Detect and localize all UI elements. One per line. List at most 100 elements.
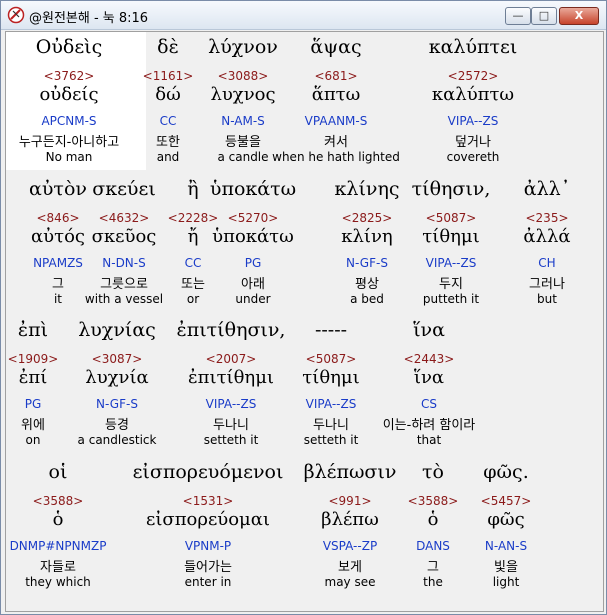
greek-word: ἵνα [413, 319, 445, 341]
korean-gloss: 빛을 [494, 560, 518, 575]
greek-word: τίθησιν, [411, 178, 491, 200]
english-gloss: a candlestick [77, 433, 157, 447]
korean-gloss: 등경 [105, 418, 129, 433]
korean-gloss: 덮거나 [455, 135, 491, 150]
strong-number[interactable]: <681> [314, 69, 357, 83]
parsing-code: CC [184, 256, 202, 270]
greek-word: κλίνης [334, 178, 400, 200]
strong-number[interactable]: <991> [328, 494, 371, 508]
english-gloss: but [537, 292, 557, 306]
english-gloss: a bed [350, 292, 384, 306]
strong-number[interactable]: <846> [36, 211, 79, 225]
strong-number[interactable]: <235> [525, 211, 568, 225]
strong-number[interactable]: <3762> [44, 69, 95, 83]
minimize-button[interactable]: — [505, 7, 531, 25]
app-logo-icon [7, 6, 25, 24]
lemma-word: λυχνία [85, 367, 149, 388]
lemma-word: ἐπί [18, 367, 48, 388]
lemma-word: ἵνα [413, 367, 445, 388]
lemma-word: τίθημι [302, 367, 360, 388]
app-window: @원전본해 - 눅 8:16 — □ X Οὐδεὶς <3762> οὐδείς A… [0, 0, 607, 615]
parsing-code: CH [538, 256, 556, 270]
korean-gloss: 평상 [355, 277, 379, 292]
strong-number[interactable]: <5457> [481, 494, 532, 508]
english-gloss: when he hath lighted [272, 150, 400, 164]
strong-number[interactable]: <2825> [342, 211, 393, 225]
parsing-code: NPAMZS [33, 256, 83, 270]
strong-number[interactable]: <1531> [183, 494, 234, 508]
strong-number[interactable]: <2228> [168, 211, 219, 225]
korean-gloss: 아래 [241, 277, 265, 292]
lemma-word: φῶς [487, 509, 525, 530]
lemma-word: εἰσπορεύομαι [146, 509, 270, 530]
strong-number[interactable]: <1161> [143, 69, 194, 83]
greek-word: αὐτὸν [29, 178, 87, 200]
strong-number[interactable]: <2572> [448, 69, 499, 83]
lemma-word: κλίνη [341, 226, 393, 247]
greek-word: ----- [314, 319, 348, 341]
strong-number[interactable]: <4632> [99, 211, 150, 225]
korean-gloss: 위에 [21, 418, 45, 433]
parsing-code: VPAANM-S [304, 114, 368, 128]
interlinear-panel[interactable]: Οὐδεὶς <3762> οὐδείς APCNM-S 누구든지-아니하고 No man… [5, 31, 604, 612]
parsing-code: N-GF-S [96, 397, 138, 411]
korean-gloss: 등불을 [225, 135, 261, 150]
title-bar[interactable]: @원전본해 - 눅 8:16 — □ X [1, 1, 606, 30]
parsing-code: VIPA--ZS [425, 256, 477, 270]
maximize-button[interactable]: □ [531, 7, 557, 25]
lemma-word: αὐτός [31, 226, 85, 247]
strong-number[interactable]: <3588> [408, 494, 459, 508]
korean-gloss: 그 [427, 560, 439, 575]
greek-word: σκεύει [92, 178, 156, 200]
lemma-word: δώ [155, 84, 181, 105]
greek-word: εἰσπορευόμενοι [132, 461, 284, 483]
strong-number[interactable]: <5087> [306, 352, 357, 366]
lemma-word: τίθημι [422, 226, 480, 247]
parsing-code: N-AN-S [484, 539, 528, 553]
greek-word: καλύπτει [428, 36, 518, 58]
parsing-code: N-AM-S [221, 114, 265, 128]
lemma-word: καλύπτω [431, 84, 515, 105]
lemma-word: ὁ [427, 509, 439, 530]
korean-gloss: 두지 [439, 277, 463, 292]
korean-gloss: 그러나 [529, 277, 565, 292]
strong-number[interactable]: <2007> [206, 352, 257, 366]
greek-word: τὸ [422, 461, 444, 483]
parsing-code: CS [421, 397, 437, 411]
strong-number[interactable]: <3588> [33, 494, 84, 508]
korean-gloss: 또는 [181, 277, 205, 292]
english-gloss: setteth it [303, 433, 359, 447]
strong-number[interactable]: <3087> [92, 352, 143, 366]
lemma-word: βλέπω [321, 509, 379, 530]
korean-gloss: 들어가는 [184, 560, 232, 575]
english-gloss: putteth it [422, 292, 480, 306]
strong-number[interactable]: <5087> [426, 211, 477, 225]
english-gloss: and [156, 150, 180, 164]
korean-gloss: 두나니 [213, 418, 249, 433]
english-gloss: covereth [446, 150, 500, 164]
parsing-code: VPNM-P [184, 539, 232, 553]
parsing-code: DNMP#NPNMZP [9, 539, 107, 553]
strong-number[interactable]: <1909> [8, 352, 59, 366]
greek-word: ἢ [187, 178, 199, 200]
korean-gloss: 켜서 [324, 135, 348, 150]
close-button[interactable]: X [559, 7, 599, 25]
strong-number[interactable]: <3088> [218, 69, 269, 83]
parsing-code: VIPA--ZS [305, 397, 357, 411]
parsing-code: PG [24, 397, 42, 411]
greek-word: φῶς. [483, 461, 529, 483]
lemma-word: ὁ [52, 509, 64, 530]
parsing-code: APCNM-S [41, 114, 97, 128]
english-gloss: that [416, 433, 442, 447]
strong-number[interactable]: <2443> [404, 352, 455, 366]
english-gloss: light [492, 575, 520, 589]
lemma-word: λυχνος [210, 84, 276, 105]
parsing-code: VIPA--ZS [447, 114, 499, 128]
english-gloss: it [53, 292, 63, 306]
english-gloss: under [235, 292, 271, 306]
korean-gloss: 보게 [338, 560, 362, 575]
lemma-word: ἐπιτίθημι [188, 367, 274, 388]
lemma-word: ἤ [187, 226, 199, 247]
strong-number[interactable]: <5270> [228, 211, 279, 225]
greek-word: δὲ [157, 36, 179, 58]
